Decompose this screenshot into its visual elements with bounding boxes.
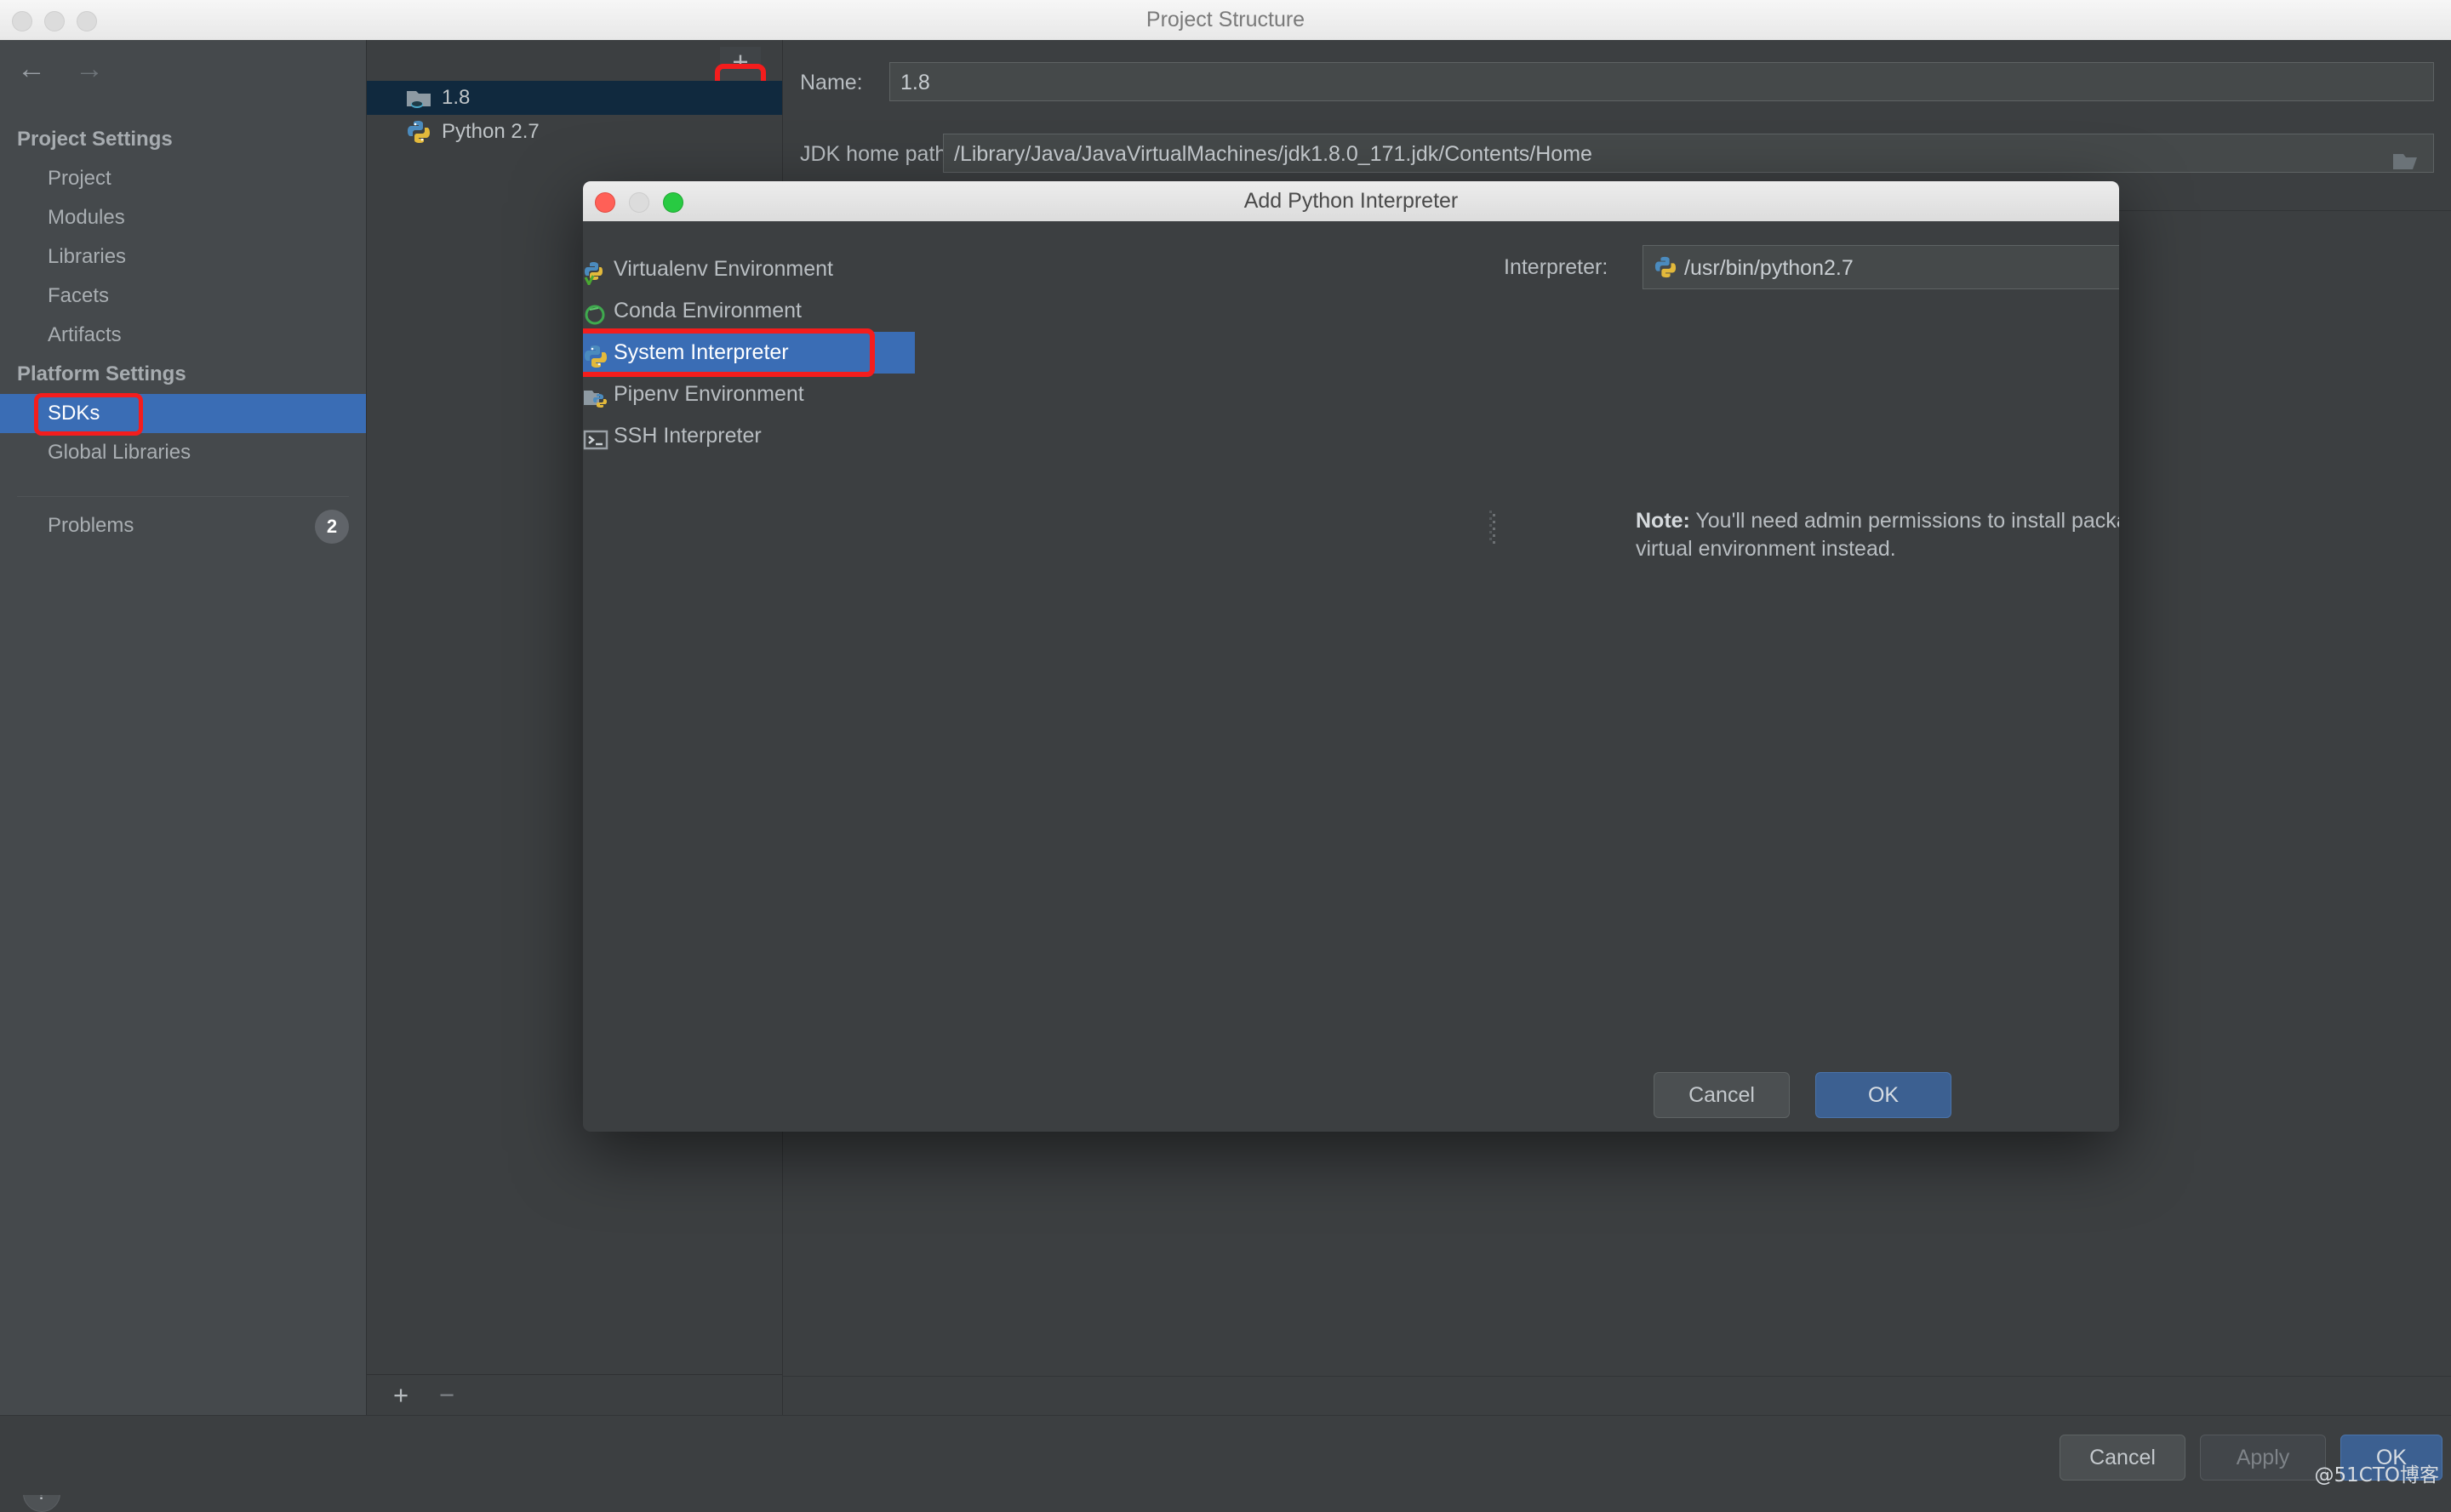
python-icon bbox=[1654, 256, 1677, 278]
sidebar-item-problems[interactable]: Problems 2 bbox=[0, 507, 366, 546]
sdk-toolbar: + − bbox=[367, 40, 804, 108]
forward-arrow-icon[interactable]: → bbox=[75, 54, 104, 83]
project-structure-window: Project Structure ← → Project Settings P… bbox=[0, 0, 2451, 1512]
sidebar-divider bbox=[17, 496, 349, 497]
system-interpreter-highlight-box bbox=[583, 328, 875, 377]
problems-label: Problems bbox=[48, 514, 134, 537]
folder-browse-icon[interactable] bbox=[2392, 146, 2421, 169]
problems-count-badge: 2 bbox=[315, 510, 349, 544]
java-sdk-icon bbox=[406, 86, 431, 110]
settings-sidebar: ← → Project Settings Project Modules Lib… bbox=[0, 40, 367, 1512]
dialog-title: Add Python Interpreter bbox=[1243, 189, 1459, 213]
panel-bottom-divider bbox=[783, 1376, 2451, 1377]
python-icon bbox=[406, 120, 431, 144]
name-input[interactable]: 1.8 bbox=[889, 62, 2434, 101]
interpreter-type-system[interactable]: System Interpreter bbox=[583, 328, 915, 377]
sidebar-item-facets[interactable]: Facets bbox=[0, 277, 366, 316]
sidebar-item-modules[interactable]: Modules bbox=[0, 198, 366, 237]
pipenv-icon bbox=[583, 383, 608, 408]
sidebar-item-project[interactable]: Project bbox=[0, 159, 366, 198]
window-footer: Cancel Apply OK bbox=[0, 1415, 2451, 1495]
dialog-button-bar: Cancel OK bbox=[583, 1072, 2119, 1132]
name-field-label: Name: bbox=[800, 71, 863, 94]
sdk-list-item-java[interactable]: 1.8 bbox=[367, 81, 782, 115]
footer-apply-button[interactable]: Apply bbox=[2200, 1435, 2326, 1481]
interpreter-type-conda[interactable]: Conda Environment bbox=[583, 290, 915, 332]
sidebar-item-global-libraries[interactable]: Global Libraries bbox=[0, 433, 366, 472]
dialog-cancel-button[interactable]: Cancel bbox=[1654, 1072, 1790, 1118]
sdk-bottom-toolbar: + − bbox=[367, 1374, 782, 1416]
add-interpreter-button[interactable]: + bbox=[380, 1380, 421, 1414]
footer-cancel-button[interactable]: Cancel bbox=[2060, 1435, 2185, 1481]
virtualenv-icon bbox=[583, 258, 608, 288]
back-arrow-icon[interactable]: ← bbox=[17, 54, 46, 83]
sdk-list-item-python[interactable]: Python 2.7 bbox=[367, 115, 782, 149]
sidebar-item-libraries[interactable]: Libraries bbox=[0, 237, 366, 277]
interpreter-select[interactable]: /usr/bin/python2.7 bbox=[1643, 245, 2119, 289]
sidebar-item-artifacts[interactable]: Artifacts bbox=[0, 316, 366, 355]
sidebar-item-sdks[interactable]: SDKs bbox=[0, 393, 366, 436]
dialog-splitter-handle[interactable] bbox=[1489, 509, 1496, 550]
interpreter-select-value: /usr/bin/python2.7 bbox=[1684, 256, 1854, 280]
dialog-ok-button[interactable]: OK bbox=[1815, 1072, 1951, 1118]
sidebar-nav-buttons: ← → bbox=[17, 54, 104, 83]
add-python-interpreter-dialog: Add Python Interpreter Virtualenv Enviro… bbox=[583, 181, 2119, 1132]
conda-icon bbox=[583, 300, 608, 325]
sidebar-group-project-settings: Project Settings bbox=[17, 128, 173, 151]
watermark: @51CTO博客 bbox=[2314, 1464, 2439, 1486]
remove-interpreter-button[interactable]: − bbox=[426, 1380, 467, 1414]
interpreter-type-pipenv-label: Pipenv Environment bbox=[614, 382, 804, 406]
jdk-home-path-input[interactable]: /Library/Java/JavaVirtualMachines/jdk1.8… bbox=[943, 134, 2434, 173]
settings-tree: Project Settings Project Modules Librari… bbox=[0, 120, 366, 472]
interpreter-type-pipenv[interactable]: Pipenv Environment bbox=[583, 374, 915, 415]
dialog-body: Virtualenv Environment Conda Environment bbox=[583, 221, 2119, 1132]
interpreter-type-virtualenv[interactable]: Virtualenv Environment bbox=[583, 248, 915, 290]
sidebar-group-platform-settings: Platform Settings bbox=[17, 362, 186, 385]
terminal-icon bbox=[583, 425, 608, 450]
interpreter-type-ssh-label: SSH Interpreter bbox=[614, 424, 762, 448]
sdks-highlight-box bbox=[34, 393, 143, 436]
interpreter-note-prefix: Note: bbox=[1636, 509, 1690, 533]
jdk-home-path-value: /Library/Java/JavaVirtualMachines/jdk1.8… bbox=[954, 142, 1592, 166]
interpreter-type-ssh[interactable]: SSH Interpreter bbox=[583, 415, 915, 457]
interpreter-field-label: Interpreter: bbox=[1504, 255, 1608, 279]
jdk-home-path-label: JDK home path: bbox=[800, 142, 953, 166]
interpreter-note: Note: You'll need admin permissions to i… bbox=[1636, 507, 2119, 563]
window-title: Project Structure bbox=[1146, 8, 1305, 31]
sdk-list-item-java-label: 1.8 bbox=[442, 86, 471, 109]
interpreter-type-conda-label: Conda Environment bbox=[614, 299, 802, 322]
dialog-titlebar: Add Python Interpreter bbox=[583, 181, 2119, 222]
interpreter-type-list: Virtualenv Environment Conda Environment bbox=[583, 248, 915, 457]
interpreter-note-text: You'll need admin permissions to install… bbox=[1636, 509, 2119, 561]
sdk-list-item-python-label: Python 2.7 bbox=[442, 120, 540, 143]
interpreter-type-virtualenv-label: Virtualenv Environment bbox=[614, 257, 834, 281]
window-titlebar: Project Structure bbox=[0, 0, 2451, 41]
